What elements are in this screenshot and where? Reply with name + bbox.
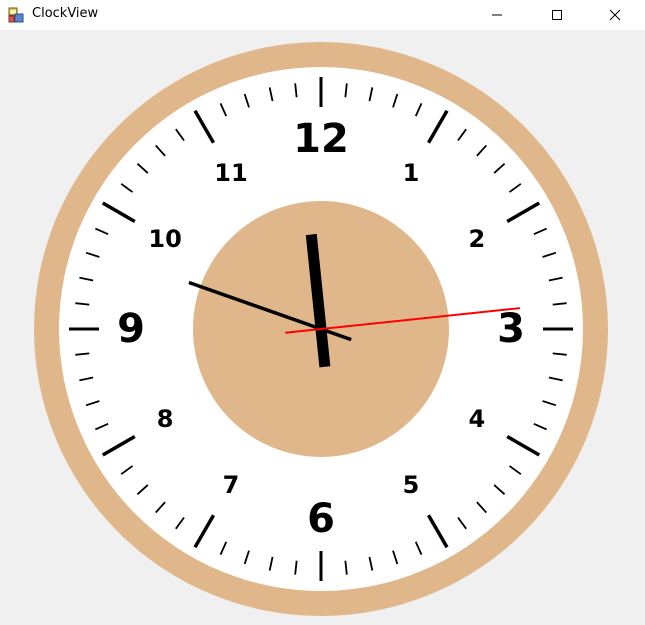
title-bar[interactable]: ClockView — [0, 0, 645, 30]
clock-numeral-7: 7 — [223, 471, 240, 499]
clock-numeral-10: 10 — [148, 225, 181, 253]
window-title: ClockView — [32, 6, 99, 21]
clock-numeral-4: 4 — [469, 405, 486, 433]
clock-numeral-1: 1 — [403, 159, 420, 187]
minimize-button[interactable] — [474, 0, 520, 30]
clock-numeral-8: 8 — [157, 405, 174, 433]
clockview-window: ClockView 12 1 2 3 4 5 6 7 8 9 10 11 — [0, 0, 645, 625]
clock-numeral-11: 11 — [214, 159, 247, 187]
analog-clock: 121234567891011 — [34, 42, 608, 616]
maximize-button[interactable] — [534, 0, 580, 30]
clock-numeral-12: 12 — [293, 116, 349, 162]
minimize-icon — [492, 14, 502, 16]
app-window-icon — [8, 7, 24, 23]
clock-numeral-3: 3 — [497, 306, 525, 352]
clock-numeral-6: 6 — [307, 496, 335, 542]
clock-numeral-2: 2 — [469, 225, 486, 253]
close-icon — [609, 9, 621, 21]
clock-numeral-9: 9 — [117, 306, 145, 352]
close-button[interactable] — [592, 0, 638, 30]
client-area: 12 1 2 3 4 5 6 7 8 9 10 11 — [0, 30, 645, 625]
maximize-icon — [552, 10, 562, 20]
clock-numeral-5: 5 — [403, 471, 420, 499]
